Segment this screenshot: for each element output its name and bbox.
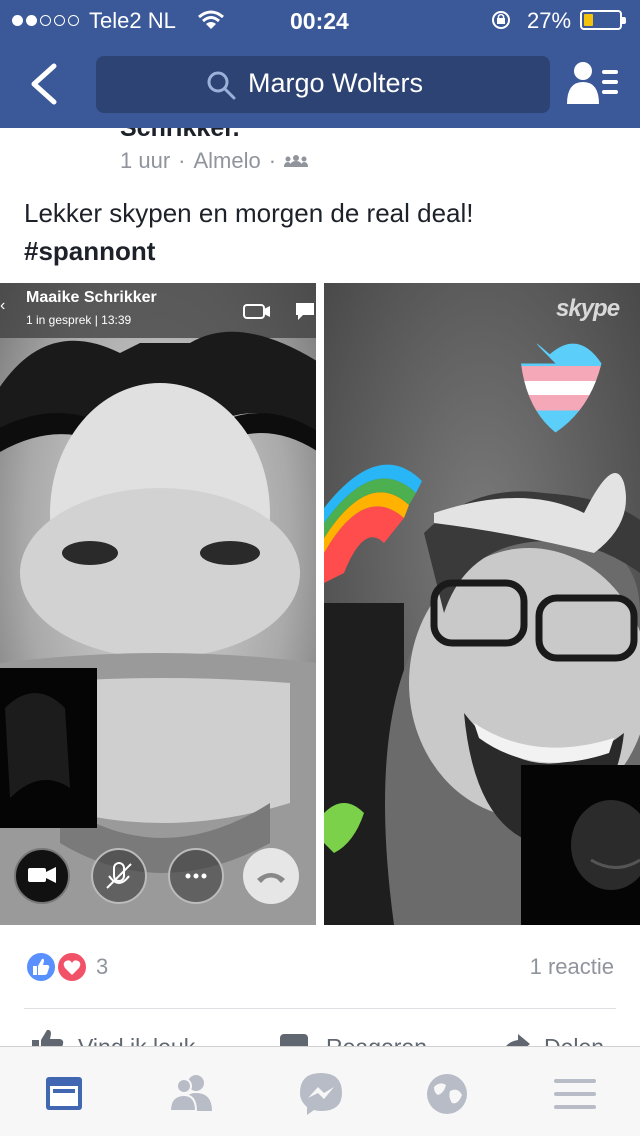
video-toggle-button[interactable] (14, 848, 70, 904)
friends-icon (284, 155, 309, 167)
self-view-image (571, 800, 640, 890)
meta-separator: · (268, 148, 277, 173)
signal-dot (54, 15, 65, 26)
post-time[interactable]: 1 uur (120, 148, 170, 174)
reaction-count[interactable]: 3 (96, 954, 108, 980)
meta-separator: · (178, 148, 186, 173)
messenger-icon[interactable] (296, 1069, 346, 1119)
rotation-lock-icon (492, 11, 510, 29)
menu-icon[interactable] (550, 1069, 600, 1119)
ellipsis-icon (185, 873, 207, 879)
thumbs-up-icon (32, 1029, 64, 1046)
skype-watermark: skype (556, 295, 620, 322)
post-text: Lekker skypen en morgen de real deal! #s… (24, 194, 474, 270)
signal-dot (68, 15, 79, 26)
self-view-image (5, 693, 70, 798)
friend-list-icon[interactable] (566, 60, 620, 106)
carrier-name: Tele2 NL (89, 8, 176, 33)
chat-bubble-icon (296, 303, 314, 320)
photo-1-image (0, 283, 316, 925)
post-location[interactable]: Almelo (193, 148, 260, 174)
search-icon (207, 71, 236, 100)
feed-post: Schrikker. 1 uur · Almelo · Lekker skype… (0, 128, 640, 1046)
battery-level (584, 14, 593, 26)
signal-dot (12, 15, 23, 26)
call-status: 1 in gesprek | 13:39 (26, 313, 132, 327)
like-label: Vind ik leuk (78, 1034, 195, 1046)
search-bar[interactable]: Margo Wolters (96, 56, 550, 113)
top-bar: Tele2 NL 00:24 27% Margo Wolters (0, 0, 640, 128)
post-photo-2[interactable]: skype (324, 283, 640, 925)
hang-up-icon (257, 873, 285, 883)
clock: 00:24 (290, 8, 349, 34)
divider (24, 1008, 616, 1009)
switch-camera-icon (243, 304, 270, 319)
signal-strength (12, 15, 79, 26)
signal-dot (26, 15, 37, 26)
microphone-muted-icon (106, 862, 132, 889)
search-query: Margo Wolters (248, 68, 424, 98)
wifi-icon (198, 10, 224, 29)
more-options-button[interactable] (168, 848, 224, 904)
post-photo-1[interactable]: ‹ Maaike Schrikker 1 in gesprek | 13:39 (0, 283, 316, 925)
reaction-icons[interactable] (24, 950, 90, 984)
comment-label: Reageren (326, 1034, 427, 1046)
hashtag-link[interactable]: #spannont (24, 232, 474, 270)
battery-icon (580, 10, 626, 30)
comment-count[interactable]: 1 reactie (530, 954, 614, 980)
self-view-thumbnail (0, 668, 97, 828)
post-meta: 1 uur · Almelo · (120, 148, 309, 174)
status-bar: Tele2 NL 00:24 27% (0, 0, 640, 40)
globe-icon[interactable] (422, 1069, 472, 1119)
signal-dot (40, 15, 51, 26)
end-call-button[interactable] (243, 848, 299, 904)
mute-button[interactable] (91, 848, 147, 904)
self-view-thumbnail (521, 765, 640, 925)
chevron-left-icon[interactable] (26, 62, 62, 106)
post-author[interactable]: Schrikker. (120, 128, 240, 143)
caller-name: Maaike Schrikker (26, 289, 157, 306)
news-feed-icon[interactable] (40, 1069, 90, 1119)
friends-icon[interactable] (166, 1069, 216, 1119)
share-label: Delen (544, 1034, 604, 1046)
share-icon (506, 1034, 530, 1046)
tab-bar (0, 1046, 640, 1136)
post-text-line: Lekker skypen en morgen de real deal! (24, 198, 474, 228)
battery-percent: 27% (527, 8, 572, 33)
video-camera-icon (28, 867, 56, 883)
comment-icon (280, 1034, 308, 1046)
close-icon[interactable]: ‹ (0, 297, 5, 315)
